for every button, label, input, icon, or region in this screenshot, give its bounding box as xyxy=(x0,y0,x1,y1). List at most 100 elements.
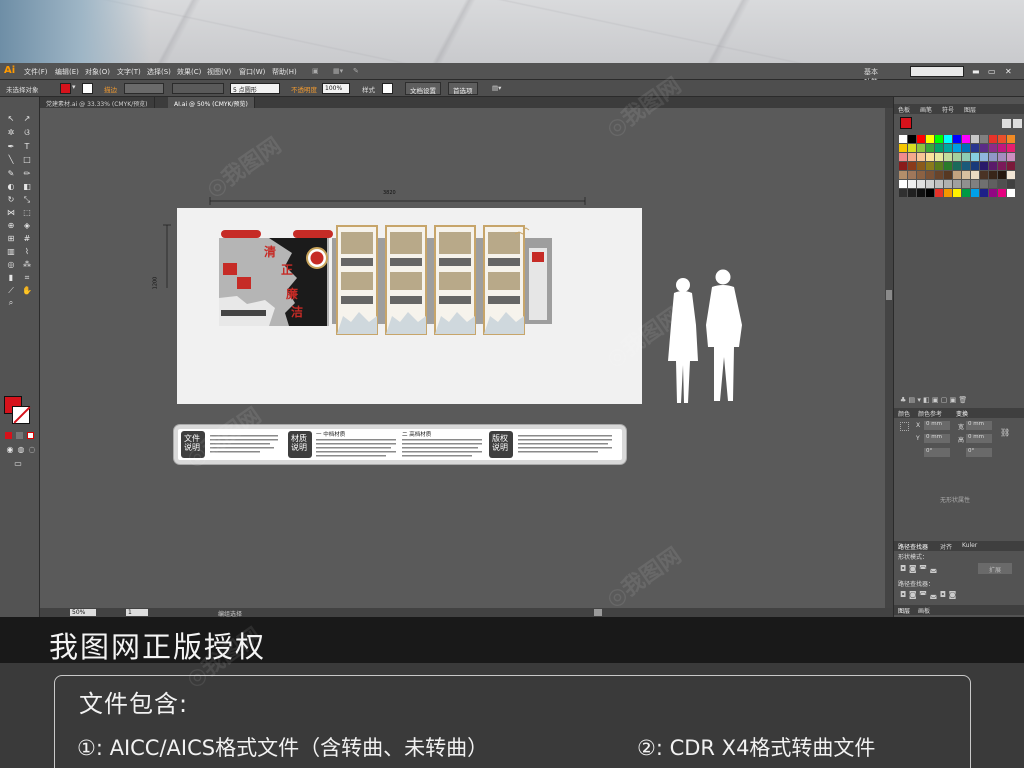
type-tool-icon[interactable]: T xyxy=(22,142,32,151)
color-mode-icon[interactable] xyxy=(5,432,12,439)
tab-swatches[interactable]: 色板 xyxy=(898,105,910,114)
expand-button[interactable]: 扩展 xyxy=(978,563,1012,574)
color-swatch[interactable] xyxy=(908,153,916,161)
color-swatch[interactable] xyxy=(926,189,934,197)
color-swatch[interactable] xyxy=(1007,135,1015,143)
color-swatch[interactable] xyxy=(908,144,916,152)
opacity-field[interactable]: 100% xyxy=(322,83,350,94)
rotate-tool-icon[interactable]: ↻ xyxy=(6,195,16,204)
color-swatch[interactable] xyxy=(917,153,925,161)
color-swatch[interactable] xyxy=(944,135,952,143)
color-swatch[interactable] xyxy=(944,171,952,179)
color-swatch[interactable] xyxy=(989,144,997,152)
color-swatch[interactable] xyxy=(962,144,970,152)
color-swatch[interactable] xyxy=(917,189,925,197)
color-swatch[interactable] xyxy=(944,144,952,152)
live-paint-tool-icon[interactable]: ◈ xyxy=(22,221,32,230)
color-swatch[interactable] xyxy=(926,144,934,152)
pathfinder-buttons[interactable]: ◘ ◙ ◚ ◛ ◘ ◙ xyxy=(900,590,956,599)
tab-color[interactable]: 颜色 xyxy=(898,409,910,418)
blend-tool-icon[interactable]: ◎ xyxy=(6,260,16,269)
tab-brushes[interactable]: 画笔 xyxy=(920,105,932,114)
menu-type[interactable]: 文字(T) xyxy=(117,67,141,77)
opacity-label[interactable]: 不透明度 xyxy=(291,84,317,94)
stroke-color-box[interactable] xyxy=(12,406,30,424)
artboard-navigation-field[interactable]: 1 xyxy=(126,609,148,616)
color-swatch[interactable] xyxy=(917,171,925,179)
rotate-angle-field[interactable]: 0° xyxy=(924,448,950,457)
style-swatch[interactable] xyxy=(382,83,393,94)
color-swatch[interactable] xyxy=(989,189,997,197)
tab-layers-bottom[interactable]: 图层 xyxy=(898,606,910,615)
stroke-weight-field[interactable] xyxy=(124,83,164,94)
color-swatch[interactable] xyxy=(953,189,961,197)
color-swatch[interactable] xyxy=(935,180,943,188)
color-swatch[interactable] xyxy=(971,135,979,143)
bridge-icon[interactable]: ▣ xyxy=(312,67,319,75)
color-swatch[interactable] xyxy=(998,144,1006,152)
variable-width-dropdown[interactable] xyxy=(172,83,224,94)
horizontal-scroll-thumb[interactable] xyxy=(594,609,602,616)
color-swatch[interactable] xyxy=(944,189,952,197)
shape-mode-buttons[interactable]: ◘ ◙ ◚ ◛ xyxy=(900,564,937,573)
color-swatch[interactable] xyxy=(1007,153,1015,161)
color-swatch[interactable] xyxy=(944,162,952,170)
width-tool-icon[interactable]: ⋈ xyxy=(6,208,16,217)
gradient-tool-icon[interactable]: ▥ xyxy=(6,247,16,256)
stroke-swatch[interactable] xyxy=(82,83,93,94)
tab-artboards[interactable]: 画板 xyxy=(918,606,930,615)
color-swatch[interactable] xyxy=(980,189,988,197)
color-swatch[interactable] xyxy=(926,162,934,170)
color-swatch[interactable] xyxy=(980,153,988,161)
color-swatch[interactable] xyxy=(908,171,916,179)
color-swatch[interactable] xyxy=(953,144,961,152)
color-swatch[interactable] xyxy=(962,135,970,143)
color-swatch[interactable] xyxy=(899,144,907,152)
shape-builder-tool-icon[interactable]: ⊕ xyxy=(6,221,16,230)
color-swatch[interactable] xyxy=(953,171,961,179)
swatch-grid[interactable] xyxy=(899,135,1015,197)
tab-document-1[interactable]: 党建素材.ai @ 33.33% (CMYK/预览) xyxy=(40,97,155,108)
line-tool-icon[interactable]: ╲ xyxy=(6,155,16,164)
menu-help[interactable]: 帮助(H) xyxy=(272,67,297,77)
transform-h-field[interactable]: 0 mm xyxy=(966,434,992,443)
menu-view[interactable]: 视图(V) xyxy=(207,67,231,77)
color-swatch[interactable] xyxy=(926,153,934,161)
tab-align[interactable]: 对齐 xyxy=(940,542,952,551)
draw-behind-icon[interactable]: ◍ xyxy=(16,445,26,454)
color-swatch[interactable] xyxy=(971,189,979,197)
color-swatch[interactable] xyxy=(899,189,907,197)
free-transform-tool-icon[interactable]: ⬚ xyxy=(22,208,32,217)
magic-wand-tool-icon[interactable]: ✲ xyxy=(6,128,16,137)
color-swatch[interactable] xyxy=(1007,144,1015,152)
shear-angle-field[interactable]: 0° xyxy=(966,448,992,457)
menu-effect[interactable]: 效果(C) xyxy=(177,67,201,77)
menu-object[interactable]: 对象(O) xyxy=(85,67,110,77)
column-graph-tool-icon[interactable]: ▮ xyxy=(6,273,16,282)
color-swatch[interactable] xyxy=(899,135,907,143)
draw-normal-icon[interactable]: ◉ xyxy=(5,445,15,454)
color-swatch[interactable] xyxy=(962,171,970,179)
color-swatch[interactable] xyxy=(980,135,988,143)
color-swatch[interactable] xyxy=(971,153,979,161)
none-mode-icon[interactable] xyxy=(27,432,34,439)
color-swatch[interactable] xyxy=(998,171,1006,179)
color-swatch[interactable] xyxy=(989,135,997,143)
rectangle-tool-icon[interactable]: □ xyxy=(22,155,32,164)
swatch-panel-footer-icons[interactable]: ♣ ▤ ▾ ◧ ▣ ▢ ▣ 🗑 xyxy=(900,396,967,404)
color-swatch[interactable] xyxy=(917,162,925,170)
color-swatch[interactable] xyxy=(944,180,952,188)
color-swatch[interactable] xyxy=(899,180,907,188)
color-swatch[interactable] xyxy=(998,180,1006,188)
color-swatch[interactable] xyxy=(1007,180,1015,188)
color-swatch[interactable] xyxy=(917,135,925,143)
swatch-fill-preview[interactable] xyxy=(900,117,912,129)
color-swatch[interactable] xyxy=(935,135,943,143)
color-swatch[interactable] xyxy=(935,171,943,179)
direct-selection-tool-icon[interactable]: ↗ xyxy=(22,114,32,123)
color-swatch[interactable] xyxy=(989,180,997,188)
gradient-mode-icon[interactable] xyxy=(16,432,23,439)
color-swatch[interactable] xyxy=(899,171,907,179)
color-swatch[interactable] xyxy=(926,180,934,188)
color-swatch[interactable] xyxy=(980,162,988,170)
